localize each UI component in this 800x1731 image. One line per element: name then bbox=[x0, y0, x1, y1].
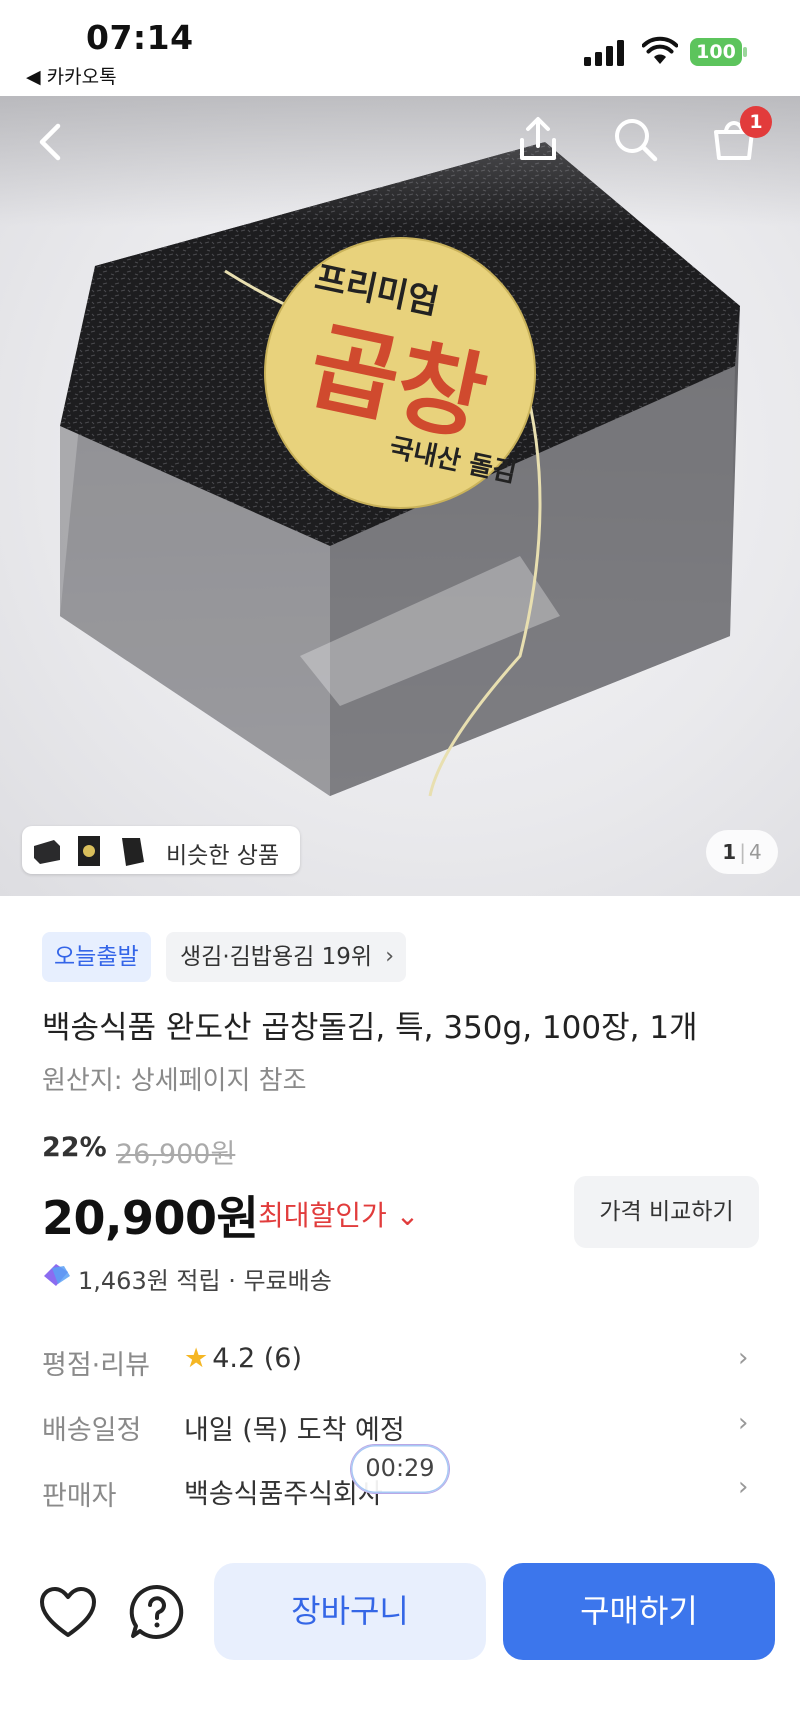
back-to-app-link[interactable]: ◀ 카카오톡 bbox=[26, 62, 117, 89]
status-bar: 07:14 ◀ 카카오톡 100 bbox=[0, 0, 800, 96]
chevron-right-icon[interactable]: › bbox=[738, 1408, 748, 1438]
similar-thumb-2 bbox=[72, 834, 106, 868]
similar-thumb-1 bbox=[30, 834, 64, 868]
max-discount-dropdown[interactable]: 최대할인가 ⌄ bbox=[258, 1194, 419, 1234]
search-icon[interactable] bbox=[608, 112, 664, 168]
product-image-gallery[interactable]: 곱창 프리미엄 국내산 돌김 bbox=[0, 96, 800, 896]
share-icon[interactable] bbox=[510, 112, 566, 168]
category-rank-badge[interactable]: 생김·김밥용김 19위 › bbox=[166, 932, 407, 982]
discount-rate: 22% bbox=[42, 1132, 107, 1163]
buy-now-button[interactable]: 구매하기 bbox=[503, 1563, 775, 1660]
rating-row-label: 평점·리뷰 bbox=[42, 1350, 150, 1381]
wifi-icon bbox=[642, 36, 678, 64]
category-rank-label: 생김·김밥용김 19위 bbox=[180, 944, 373, 970]
chevron-right-icon[interactable]: › bbox=[738, 1343, 748, 1373]
similar-products-button[interactable]: 비슷한 상품 bbox=[22, 826, 300, 874]
product-origin: 원산지: 상세페이지 참조 bbox=[42, 1066, 307, 1096]
pager-total: 4 bbox=[748, 840, 762, 864]
sale-price: 20,900원 bbox=[42, 1191, 259, 1245]
battery-level: 100 bbox=[696, 41, 736, 63]
cellular-signal-icon bbox=[584, 40, 624, 66]
hero-top-shade bbox=[0, 96, 800, 226]
status-time: 07:14 bbox=[86, 18, 194, 57]
original-price: 26,900원 bbox=[116, 1139, 236, 1170]
pager-current: 1 bbox=[722, 840, 737, 864]
reward-and-shipping: 1,463원 적립 · 무료배송 bbox=[78, 1267, 332, 1295]
floating-timer: 00:29 bbox=[350, 1444, 450, 1494]
seller-row-label: 판매자 bbox=[42, 1481, 117, 1512]
rating-row[interactable]: ★ 4.2 (6) bbox=[184, 1343, 302, 1374]
shipping-row-label: 배송일정 bbox=[42, 1415, 142, 1446]
chevron-right-icon: › bbox=[385, 944, 395, 969]
rating-value: 4.2 (6) bbox=[212, 1343, 302, 1374]
same-day-shipping-badge: 오늘출발 bbox=[42, 932, 151, 982]
back-arrow-icon[interactable] bbox=[24, 114, 80, 170]
compare-price-button[interactable]: 가격 비교하기 bbox=[574, 1176, 759, 1248]
star-icon: ★ bbox=[184, 1343, 209, 1374]
shipping-date[interactable]: 내일 (목) 도착 예정 bbox=[184, 1408, 405, 1447]
image-pager: 1 | 4 bbox=[706, 830, 778, 874]
cart-count-badge: 1 bbox=[740, 106, 772, 138]
similar-thumb-3 bbox=[114, 834, 148, 868]
add-to-cart-button[interactable]: 장바구니 bbox=[214, 1563, 486, 1660]
chevron-right-icon[interactable]: › bbox=[738, 1472, 748, 1502]
question-icon[interactable] bbox=[128, 1583, 186, 1641]
battery-icon: 100 bbox=[690, 38, 748, 66]
heart-icon[interactable] bbox=[38, 1585, 98, 1641]
similar-products-label: 비슷한 상품 bbox=[166, 843, 280, 869]
cash-reward-icon bbox=[44, 1264, 70, 1286]
product-title: 백송식품 완도산 곱창돌김, 특, 350g, 100장, 1개 bbox=[42, 1010, 698, 1046]
